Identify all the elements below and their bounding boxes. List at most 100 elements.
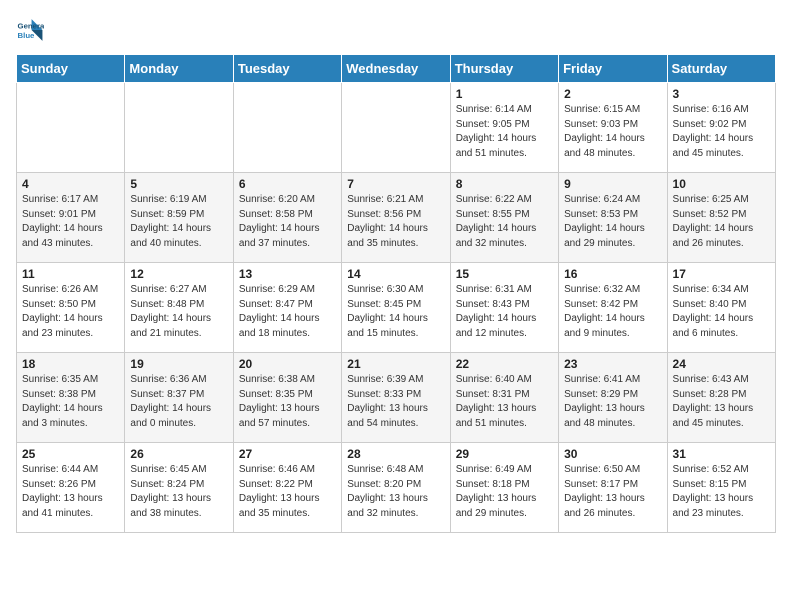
- day-number: 2: [564, 87, 661, 101]
- day-info: Sunrise: 6:30 AM Sunset: 8:45 PM Dayligh…: [347, 283, 444, 341]
- day-info: Sunrise: 6:43 AM Sunset: 8:28 PM Dayligh…: [673, 373, 770, 431]
- col-header-tuesday: Tuesday: [233, 55, 341, 83]
- svg-text:Blue: Blue: [18, 31, 36, 40]
- day-info: Sunrise: 6:17 AM Sunset: 9:01 PM Dayligh…: [22, 193, 119, 251]
- logo: General Blue: [16, 16, 48, 44]
- day-number: 6: [239, 177, 336, 191]
- day-number: 25: [22, 447, 119, 461]
- day-info: Sunrise: 6:31 AM Sunset: 8:43 PM Dayligh…: [456, 283, 553, 341]
- day-number: 24: [673, 357, 770, 371]
- day-info: Sunrise: 6:36 AM Sunset: 8:37 PM Dayligh…: [130, 373, 227, 431]
- day-info: Sunrise: 6:34 AM Sunset: 8:40 PM Dayligh…: [673, 283, 770, 341]
- day-number: 26: [130, 447, 227, 461]
- day-cell: 23 Sunrise: 6:41 AM Sunset: 8:29 PM Dayli…: [559, 353, 667, 443]
- day-cell: 13 Sunrise: 6:29 AM Sunset: 8:47 PM Dayli…: [233, 263, 341, 353]
- day-number: 22: [456, 357, 553, 371]
- logo-icon: General Blue: [16, 16, 44, 44]
- day-number: 7: [347, 177, 444, 191]
- calendar-table: SundayMondayTuesdayWednesdayThursdayFrid…: [16, 54, 776, 533]
- day-info: Sunrise: 6:52 AM Sunset: 8:15 PM Dayligh…: [673, 463, 770, 521]
- col-header-wednesday: Wednesday: [342, 55, 450, 83]
- day-info: Sunrise: 6:46 AM Sunset: 8:22 PM Dayligh…: [239, 463, 336, 521]
- day-number: 11: [22, 267, 119, 281]
- day-cell: 16 Sunrise: 6:32 AM Sunset: 8:42 PM Dayli…: [559, 263, 667, 353]
- day-info: Sunrise: 6:40 AM Sunset: 8:31 PM Dayligh…: [456, 373, 553, 431]
- week-row-1: 1 Sunrise: 6:14 AM Sunset: 9:05 PM Daylig…: [17, 83, 776, 173]
- day-cell: 4 Sunrise: 6:17 AM Sunset: 9:01 PM Daylig…: [17, 173, 125, 263]
- day-cell: 8 Sunrise: 6:22 AM Sunset: 8:55 PM Daylig…: [450, 173, 558, 263]
- day-number: 5: [130, 177, 227, 191]
- col-header-thursday: Thursday: [450, 55, 558, 83]
- day-info: Sunrise: 6:15 AM Sunset: 9:03 PM Dayligh…: [564, 103, 661, 161]
- day-cell: 26Sunrise: 6:45 AM Sunset: 8:24 PM Dayli…: [125, 443, 233, 533]
- col-header-saturday: Saturday: [667, 55, 775, 83]
- day-cell: 15 Sunrise: 6:31 AM Sunset: 8:43 PM Dayli…: [450, 263, 558, 353]
- day-number: 18: [22, 357, 119, 371]
- col-header-friday: Friday: [559, 55, 667, 83]
- day-number: 8: [456, 177, 553, 191]
- day-cell: [125, 83, 233, 173]
- week-row-4: 18 Sunrise: 6:35 AM Sunset: 8:38 PM Dayli…: [17, 353, 776, 443]
- day-number: 3: [673, 87, 770, 101]
- day-info: Sunrise: 6:41 AM Sunset: 8:29 PM Dayligh…: [564, 373, 661, 431]
- day-info: Sunrise: 6:38 AM Sunset: 8:35 PM Dayligh…: [239, 373, 336, 431]
- day-number: 28: [347, 447, 444, 461]
- svg-text:General: General: [18, 21, 44, 30]
- day-info: Sunrise: 6:32 AM Sunset: 8:42 PM Dayligh…: [564, 283, 661, 341]
- day-cell: 14 Sunrise: 6:30 AM Sunset: 8:45 PM Dayli…: [342, 263, 450, 353]
- day-number: 15: [456, 267, 553, 281]
- day-info: Sunrise: 6:22 AM Sunset: 8:55 PM Dayligh…: [456, 193, 553, 251]
- week-row-5: 25 Sunrise: 6:44 AM Sunset: 8:26 PM Dayli…: [17, 443, 776, 533]
- day-number: 13: [239, 267, 336, 281]
- day-cell: 25 Sunrise: 6:44 AM Sunset: 8:26 PM Dayli…: [17, 443, 125, 533]
- day-info: Sunrise: 6:39 AM Sunset: 8:33 PM Dayligh…: [347, 373, 444, 431]
- day-info: Sunrise: 6:21 AM Sunset: 8:56 PM Dayligh…: [347, 193, 444, 251]
- day-info: Sunrise: 6:44 AM Sunset: 8:26 PM Dayligh…: [22, 463, 119, 521]
- week-row-2: 4 Sunrise: 6:17 AM Sunset: 9:01 PM Daylig…: [17, 173, 776, 263]
- day-number: 1: [456, 87, 553, 101]
- calendar-header-row: SundayMondayTuesdayWednesdayThursdayFrid…: [17, 55, 776, 83]
- day-info: Sunrise: 6:50 AM Sunset: 8:17 PM Dayligh…: [564, 463, 661, 521]
- day-number: 12: [130, 267, 227, 281]
- day-cell: [17, 83, 125, 173]
- day-cell: 12Sunrise: 6:27 AM Sunset: 8:48 PM Dayli…: [125, 263, 233, 353]
- day-info: Sunrise: 6:35 AM Sunset: 8:38 PM Dayligh…: [22, 373, 119, 431]
- day-info: Sunrise: 6:49 AM Sunset: 8:18 PM Dayligh…: [456, 463, 553, 521]
- day-cell: 17 Sunrise: 6:34 AM Sunset: 8:40 PM Dayli…: [667, 263, 775, 353]
- day-number: 21: [347, 357, 444, 371]
- day-cell: [342, 83, 450, 173]
- day-info: Sunrise: 6:19 AM Sunset: 8:59 PM Dayligh…: [130, 193, 227, 251]
- day-cell: 31Sunrise: 6:52 AM Sunset: 8:15 PM Dayli…: [667, 443, 775, 533]
- day-info: Sunrise: 6:24 AM Sunset: 8:53 PM Dayligh…: [564, 193, 661, 251]
- day-number: 30: [564, 447, 661, 461]
- day-number: 17: [673, 267, 770, 281]
- day-cell: 3Sunrise: 6:16 AM Sunset: 9:02 PM Daylig…: [667, 83, 775, 173]
- day-number: 23: [564, 357, 661, 371]
- day-cell: 9Sunrise: 6:24 AM Sunset: 8:53 PM Daylig…: [559, 173, 667, 263]
- day-info: Sunrise: 6:29 AM Sunset: 8:47 PM Dayligh…: [239, 283, 336, 341]
- page-header: General Blue: [16, 16, 776, 44]
- day-number: 16: [564, 267, 661, 281]
- day-cell: 19 Sunrise: 6:36 AM Sunset: 8:37 PM Dayli…: [125, 353, 233, 443]
- day-info: Sunrise: 6:20 AM Sunset: 8:58 PM Dayligh…: [239, 193, 336, 251]
- day-number: 4: [22, 177, 119, 191]
- day-cell: 22 Sunrise: 6:40 AM Sunset: 8:31 PM Dayli…: [450, 353, 558, 443]
- day-cell: 11 Sunrise: 6:26 AM Sunset: 8:50 PM Dayli…: [17, 263, 125, 353]
- day-cell: 30 Sunrise: 6:50 AM Sunset: 8:17 PM Dayli…: [559, 443, 667, 533]
- day-number: 20: [239, 357, 336, 371]
- day-cell: 20 Sunrise: 6:38 AM Sunset: 8:35 PM Dayli…: [233, 353, 341, 443]
- day-info: Sunrise: 6:48 AM Sunset: 8:20 PM Dayligh…: [347, 463, 444, 521]
- day-cell: 10Sunrise: 6:25 AM Sunset: 8:52 PM Dayli…: [667, 173, 775, 263]
- day-number: 27: [239, 447, 336, 461]
- day-info: Sunrise: 6:26 AM Sunset: 8:50 PM Dayligh…: [22, 283, 119, 341]
- day-number: 19: [130, 357, 227, 371]
- day-cell: 27 Sunrise: 6:46 AM Sunset: 8:22 PM Dayli…: [233, 443, 341, 533]
- day-number: 29: [456, 447, 553, 461]
- week-row-3: 11 Sunrise: 6:26 AM Sunset: 8:50 PM Dayli…: [17, 263, 776, 353]
- day-cell: [233, 83, 341, 173]
- day-cell: 1 Sunrise: 6:14 AM Sunset: 9:05 PM Daylig…: [450, 83, 558, 173]
- day-info: Sunrise: 6:14 AM Sunset: 9:05 PM Dayligh…: [456, 103, 553, 161]
- day-number: 14: [347, 267, 444, 281]
- day-cell: 2 Sunrise: 6:15 AM Sunset: 9:03 PM Daylig…: [559, 83, 667, 173]
- day-cell: 24 Sunrise: 6:43 AM Sunset: 8:28 PM Dayli…: [667, 353, 775, 443]
